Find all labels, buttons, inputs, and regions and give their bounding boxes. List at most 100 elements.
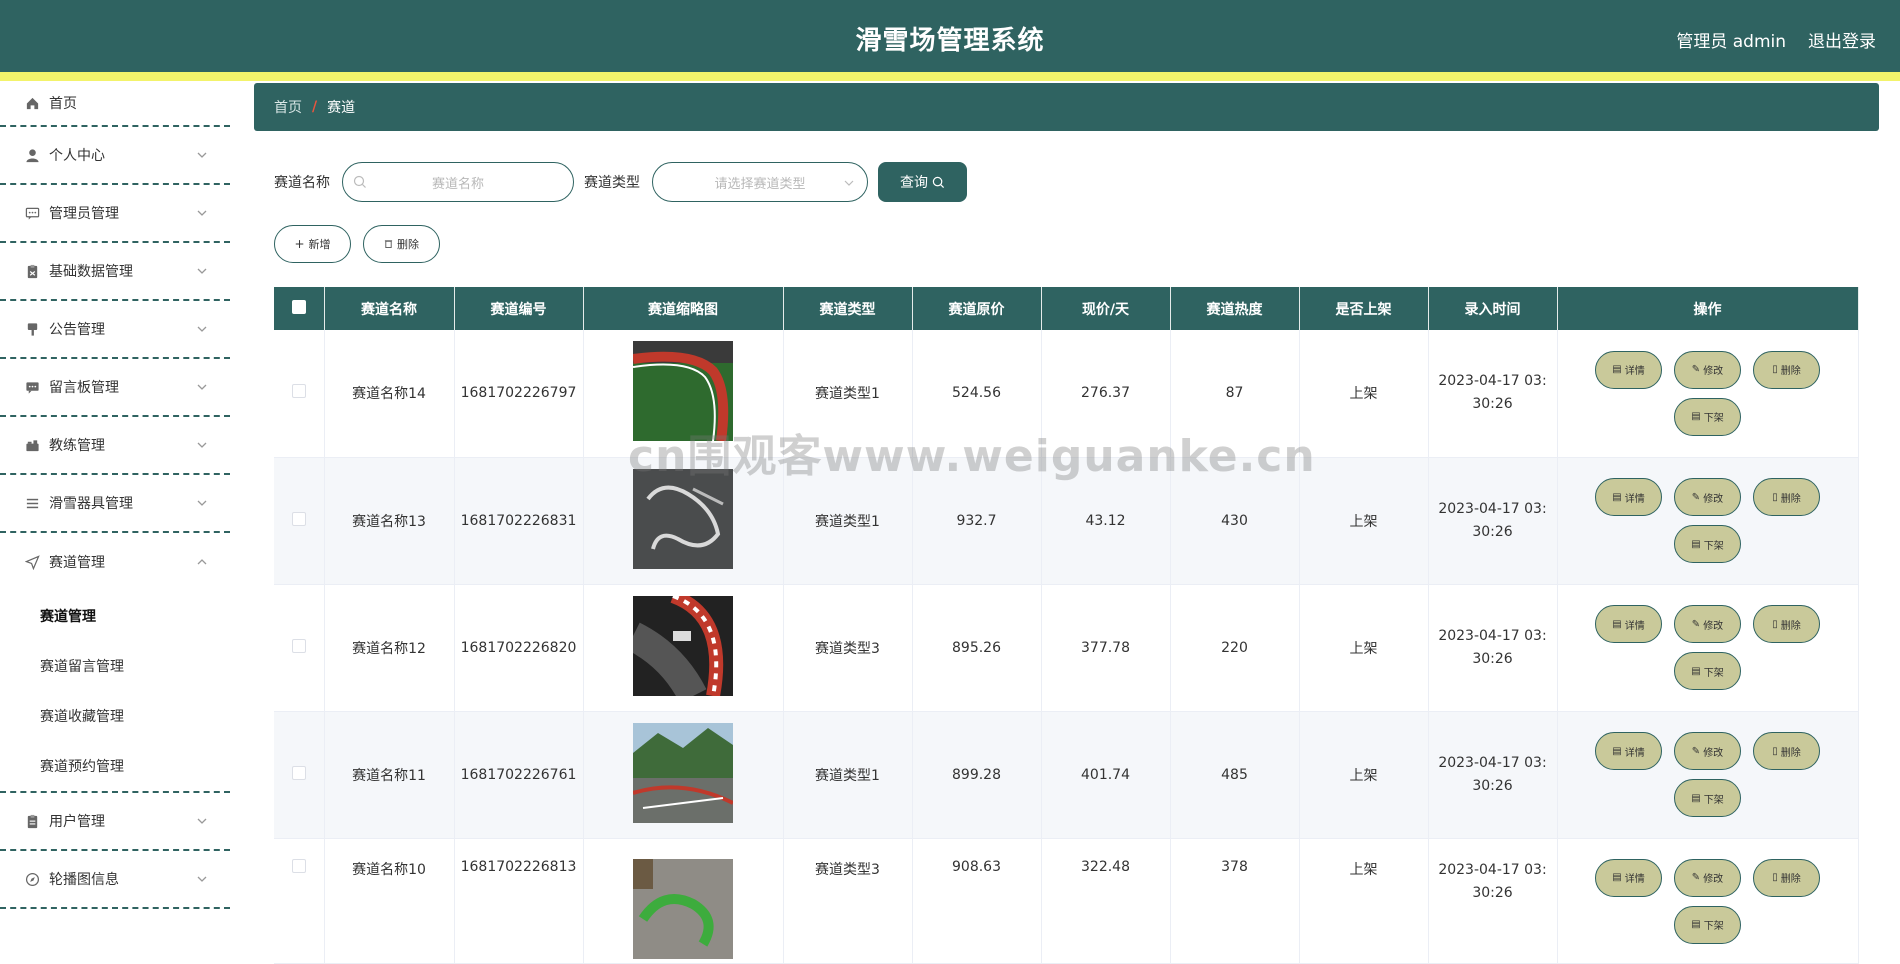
- detail-button-label: 详情: [1624, 493, 1645, 505]
- delete-button[interactable]: 删除: [363, 225, 440, 263]
- sidebar-item-coach[interactable]: 教练管理: [0, 417, 230, 475]
- sidebar-item-users[interactable]: 用户管理: [0, 793, 230, 851]
- sidebar-item-personal[interactable]: 个人中心: [0, 127, 230, 185]
- row-delete-button[interactable]: ▯ 删除: [1753, 858, 1820, 897]
- submenu-track-manage[interactable]: 赛道管理: [0, 591, 230, 641]
- sidebar-item-admin[interactable]: 管理员管理: [0, 185, 230, 243]
- column-header: 赛道原价: [912, 287, 1042, 330]
- edit-button[interactable]: ✎ 修改: [1674, 858, 1741, 897]
- track-code-cell: 1681702226813: [454, 838, 584, 964]
- submenu-track-favorites[interactable]: 赛道收藏管理: [0, 691, 230, 741]
- offline-button[interactable]: ▤ 下架: [1674, 525, 1741, 563]
- edit-button[interactable]: ✎ 修改: [1674, 478, 1741, 516]
- track-thumbnail: [633, 858, 733, 959]
- briefcase-icon: [24, 437, 40, 453]
- current-price-cell: 322.48: [1041, 838, 1171, 964]
- detail-button[interactable]: ▤ 详情: [1595, 478, 1662, 516]
- submenu-track-booking[interactable]: 赛道预约管理: [0, 741, 230, 791]
- track-code-cell: 1681702226820: [454, 584, 584, 712]
- created-time-cell: 2023-04-17 03: 30:26: [1428, 838, 1558, 964]
- row-delete-button[interactable]: ▯ 删除: [1753, 478, 1820, 516]
- heat-cell: 87: [1170, 330, 1300, 458]
- trash-icon: ▯: [1772, 618, 1778, 630]
- select-all-checkbox[interactable]: [291, 299, 306, 314]
- row-select-cell[interactable]: [274, 711, 325, 839]
- document-icon: ▤: [1612, 491, 1622, 503]
- row-checkbox[interactable]: [291, 384, 306, 399]
- column-header: 录入时间: [1428, 287, 1558, 330]
- detail-button-label: 详情: [1624, 620, 1645, 632]
- status-cell: 上架: [1299, 330, 1429, 458]
- chat-icon: [24, 205, 40, 221]
- row-checkbox[interactable]: [291, 638, 306, 653]
- track-type-label: 赛道类型: [584, 175, 640, 191]
- track-name-input[interactable]: 赛道名称: [342, 162, 574, 202]
- track-type-select[interactable]: 请选择赛道类型: [652, 162, 868, 202]
- detail-button[interactable]: ▤ 详情: [1595, 858, 1662, 897]
- current-price-cell: 43.12: [1041, 457, 1171, 585]
- chevron-down-icon: [196, 497, 208, 509]
- status-cell: 上架: [1299, 457, 1429, 585]
- column-header: 是否上架: [1299, 287, 1429, 330]
- created-time-date: 2023-04-17 03:: [1438, 373, 1547, 390]
- home-icon: [24, 95, 40, 111]
- column-header: 赛道编号: [454, 287, 584, 330]
- sidebar-item-ski-equipment[interactable]: 滑雪器具管理: [0, 475, 230, 533]
- offline-button[interactable]: ▤ 下架: [1674, 397, 1741, 436]
- submenu-track-comments[interactable]: 赛道留言管理: [0, 641, 230, 691]
- add-button[interactable]: + 新增: [274, 225, 351, 263]
- logout-link[interactable]: 退出登录: [1808, 27, 1876, 52]
- row-delete-button-label: 删除: [1780, 620, 1801, 632]
- sidebar-item-carousel[interactable]: 轮播图信息: [0, 851, 230, 909]
- track-thumbnail: [633, 595, 733, 696]
- row-select-cell[interactable]: [274, 584, 325, 712]
- query-button[interactable]: 查询: [878, 162, 967, 202]
- offline-button[interactable]: ▤ 下架: [1674, 652, 1741, 690]
- document-icon: ▤: [1612, 745, 1622, 757]
- header-stripe: [0, 72, 1900, 81]
- created-time-date: 2023-04-17 03:: [1438, 861, 1547, 878]
- row-checkbox[interactable]: [291, 858, 306, 873]
- offline-button[interactable]: ▤ 下架: [1674, 905, 1741, 944]
- sidebar-item-notice[interactable]: 公告管理: [0, 301, 230, 359]
- app-title: 滑雪场管理系统: [855, 26, 1045, 56]
- table-row: 赛道名称11 1681702226761 赛道类型1 899.28 401.74 485 上…: [274, 711, 1859, 839]
- edit-button[interactable]: ✎ 修改: [1674, 350, 1741, 389]
- row-delete-button[interactable]: ▯ 删除: [1753, 605, 1820, 643]
- row-delete-button-label: 删除: [1780, 747, 1801, 759]
- select-all-cell[interactable]: [274, 287, 325, 330]
- offline-button[interactable]: ▤ 下架: [1674, 779, 1741, 817]
- row-checkbox[interactable]: [291, 511, 306, 526]
- edit-icon: ✎: [1691, 745, 1701, 757]
- detail-button[interactable]: ▤ 详情: [1595, 732, 1662, 770]
- sidebar-item-basic-data[interactable]: 基础数据管理: [0, 243, 230, 301]
- edit-button[interactable]: ✎ 修改: [1674, 732, 1741, 770]
- breadcrumb-home[interactable]: 首页: [274, 97, 302, 117]
- sidebar-item-label: 首页: [49, 96, 77, 112]
- row-select-cell[interactable]: [274, 330, 325, 458]
- edit-icon: ✎: [1691, 872, 1701, 883]
- document-icon: ▤: [1691, 792, 1701, 804]
- table-row: 赛道名称10 1681702226813 赛道类型3 908.63 322.48 378 上…: [274, 838, 1859, 964]
- offline-button-label: 下架: [1703, 667, 1724, 679]
- row-delete-button[interactable]: ▯ 删除: [1753, 350, 1820, 389]
- track-type-cell: 赛道类型1: [783, 330, 913, 458]
- message-icon: [24, 379, 40, 395]
- sidebar-item-label: 滑雪器具管理: [49, 496, 133, 512]
- detail-button[interactable]: ▤ 详情: [1595, 350, 1662, 389]
- detail-button[interactable]: ▤ 详情: [1595, 605, 1662, 643]
- operations-cell: ▤ 详情 ✎ 修改 ▯ 删除 ▤ 下架: [1557, 457, 1859, 585]
- sidebar-item-track[interactable]: 赛道管理: [0, 533, 230, 591]
- edit-button[interactable]: ✎ 修改: [1674, 605, 1741, 643]
- sidebar-item-message-board[interactable]: 留言板管理: [0, 359, 230, 417]
- track-thumbnail: [633, 468, 733, 569]
- chevron-up-icon: [196, 556, 208, 568]
- row-select-cell[interactable]: [274, 838, 325, 964]
- original-price-cell: 932.7: [912, 457, 1042, 585]
- table-header-row: 赛道名称 赛道编号 赛道缩略图 赛道类型 赛道原价 现价/天 赛道热度 是否上架…: [274, 287, 1859, 330]
- row-delete-button[interactable]: ▯ 删除: [1753, 732, 1820, 770]
- row-select-cell[interactable]: [274, 457, 325, 585]
- document-icon: ▤: [1612, 364, 1622, 376]
- sidebar-item-home[interactable]: 首页: [0, 81, 230, 127]
- row-checkbox[interactable]: [291, 765, 306, 780]
